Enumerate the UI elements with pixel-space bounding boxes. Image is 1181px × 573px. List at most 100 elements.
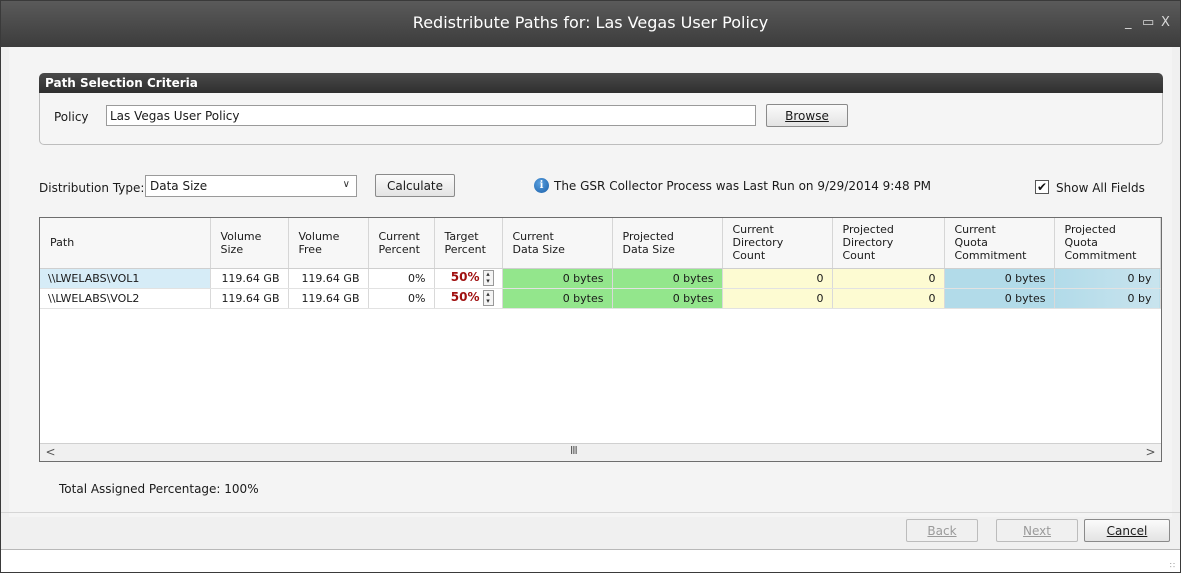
col-projected-directory-count[interactable]: Projected Directory Count [832, 218, 945, 269]
col-label: Current [954, 223, 996, 237]
cell-projected-directory-count: 0 [832, 268, 945, 289]
cell-volume-size: 119.64 GB [210, 268, 289, 289]
cell-current-percent: 0% [368, 288, 435, 309]
show-all-fields-checkbox[interactable]: ✔ [1035, 180, 1049, 194]
cell-current-data-size: 0 bytes [502, 288, 613, 309]
calculate-button[interactable]: Calculate [375, 174, 455, 197]
cell-current-quota: 0 bytes [944, 288, 1055, 309]
distribution-type-value: Data Size [150, 179, 208, 193]
cell-volume-free: 119.64 GB [288, 268, 369, 289]
header-row: Path Volume Size Volume Free Current Percen… [40, 218, 1161, 269]
cell-target-percent[interactable]: 50% ▴ ▾ [434, 288, 503, 309]
col-label: Count [732, 249, 766, 263]
col-label: Volume [298, 229, 340, 243]
policy-label: Policy [54, 110, 89, 124]
cell-path[interactable]: \\LWELABS\VOL2 [40, 288, 211, 309]
browse-label: Browse [785, 109, 829, 123]
paths-table: Path Volume Size Volume Free Current Percen… [40, 218, 1161, 309]
col-label: Percent [444, 242, 486, 256]
show-all-fields-label: Show All Fields [1056, 181, 1145, 195]
col-current-data-size[interactable]: Current Data Size [502, 218, 613, 269]
collector-info-text: The GSR Collector Process was Last Run o… [554, 179, 932, 193]
cell-projected-data-size: 0 bytes [612, 268, 723, 289]
cell-path[interactable]: \\LWELABS\VOL1 [40, 268, 211, 289]
col-label: Free [298, 242, 322, 256]
next-button[interactable]: Next [996, 519, 1078, 542]
col-volume-size[interactable]: Volume Size [210, 218, 289, 269]
minimize-icon[interactable]: _ [1125, 15, 1132, 30]
window-title: Redistribute Paths for: Las Vegas User P… [412, 13, 769, 32]
cell-volume-size: 119.64 GB [210, 288, 289, 309]
cell-projected-data-size: 0 bytes [612, 288, 723, 309]
cell-current-quota: 0 bytes [944, 268, 1055, 289]
col-projected-data-size[interactable]: Projected Data Size [612, 218, 723, 269]
target-percent-value[interactable]: 50% [451, 290, 480, 304]
cell-current-directory-count: 0 [722, 268, 833, 289]
cell-projected-quota: 0 by [1054, 288, 1161, 309]
col-label: Directory [842, 236, 894, 250]
redistribute-paths-window: Redistribute Paths for: Las Vegas User P… [0, 0, 1181, 573]
policy-field[interactable]: Las Vegas User Policy [106, 105, 756, 126]
path-selection-criteria-group: Path Selection Criteria Policy Las Vegas… [39, 73, 1163, 145]
maximize-icon[interactable]: ▭ [1142, 15, 1154, 30]
cell-target-percent[interactable]: 50% ▴ ▾ [434, 268, 503, 289]
percent-spinner[interactable]: ▴ ▾ [482, 270, 494, 286]
cell-current-percent: 0% [368, 268, 435, 289]
scroll-thumb-grip-icon[interactable]: III [570, 444, 578, 457]
col-label: Projected [842, 223, 894, 237]
footer-divider [1, 512, 1180, 513]
col-path[interactable]: Path [40, 218, 211, 269]
table-row[interactable]: \\LWELABS\VOL2 119.64 GB 119.64 GB 0% 50… [40, 288, 1161, 309]
next-label: Next [1023, 524, 1051, 538]
col-label: Data Size [512, 242, 565, 256]
back-button[interactable]: Back [906, 519, 978, 542]
scroll-right-icon[interactable]: > [1142, 445, 1159, 461]
browse-button[interactable]: Browse [766, 104, 848, 127]
col-label: Path [50, 236, 75, 250]
target-percent-value[interactable]: 50% [451, 270, 480, 284]
cell-volume-free: 119.64 GB [288, 288, 369, 309]
chevron-down-icon: ∨ [342, 179, 350, 190]
col-current-quota-commitment[interactable]: Current Quota Commitment [944, 218, 1055, 269]
info-icon: i [534, 178, 549, 193]
col-current-directory-count[interactable]: Current Directory Count [722, 218, 833, 269]
cancel-label: Cancel [1106, 524, 1148, 538]
col-label: Directory [732, 236, 784, 250]
table-row[interactable]: \\LWELABS\VOL1 119.64 GB 119.64 GB 0% 50… [40, 268, 1161, 289]
horizontal-scrollbar[interactable]: < III > [40, 443, 1161, 461]
col-volume-free[interactable]: Volume Free [288, 218, 369, 269]
col-label: Size [220, 242, 244, 256]
scroll-left-icon[interactable]: < [42, 445, 59, 461]
col-label: Target [444, 229, 479, 243]
group-header: Path Selection Criteria [39, 73, 1163, 93]
col-projected-quota-commitment[interactable]: Projected Quota Commitment [1054, 218, 1161, 269]
col-label: Count [842, 249, 876, 263]
percent-spinner[interactable]: ▴ ▾ [482, 290, 494, 306]
dialog-body: Path Selection Criteria Policy Las Vegas… [9, 47, 1172, 517]
distribution-type-label: Distribution Type: [39, 181, 145, 195]
col-label: Commitment [954, 249, 1027, 263]
cell-current-directory-count: 0 [722, 288, 833, 309]
paths-grid: Path Volume Size Volume Free Current Percen… [39, 217, 1162, 462]
cell-current-data-size: 0 bytes [502, 268, 613, 289]
col-label: Quota [1064, 236, 1098, 250]
total-assigned-percentage: Total Assigned Percentage: 100% [59, 482, 259, 496]
distribution-type-select[interactable]: Data Size ∨ [145, 175, 357, 197]
close-icon[interactable]: X [1161, 15, 1170, 30]
col-label: Projected [1064, 223, 1116, 237]
col-label: Current [512, 229, 554, 243]
col-label: Percent [378, 242, 420, 256]
resize-grip-icon[interactable]: ∷ [1170, 561, 1176, 570]
back-label: Back [927, 524, 957, 538]
col-label: Data Size [622, 242, 675, 256]
col-label: Projected [622, 229, 674, 243]
col-current-percent[interactable]: Current Percent [368, 218, 435, 269]
cancel-button[interactable]: Cancel [1084, 519, 1170, 542]
cell-projected-directory-count: 0 [832, 288, 945, 309]
col-label: Volume [220, 229, 262, 243]
calculate-label: Calculate [386, 179, 444, 193]
col-target-percent[interactable]: Target Percent [434, 218, 503, 269]
col-label: Commitment [1064, 249, 1137, 263]
col-label: Current [378, 229, 420, 243]
col-label: Quota [954, 236, 988, 250]
